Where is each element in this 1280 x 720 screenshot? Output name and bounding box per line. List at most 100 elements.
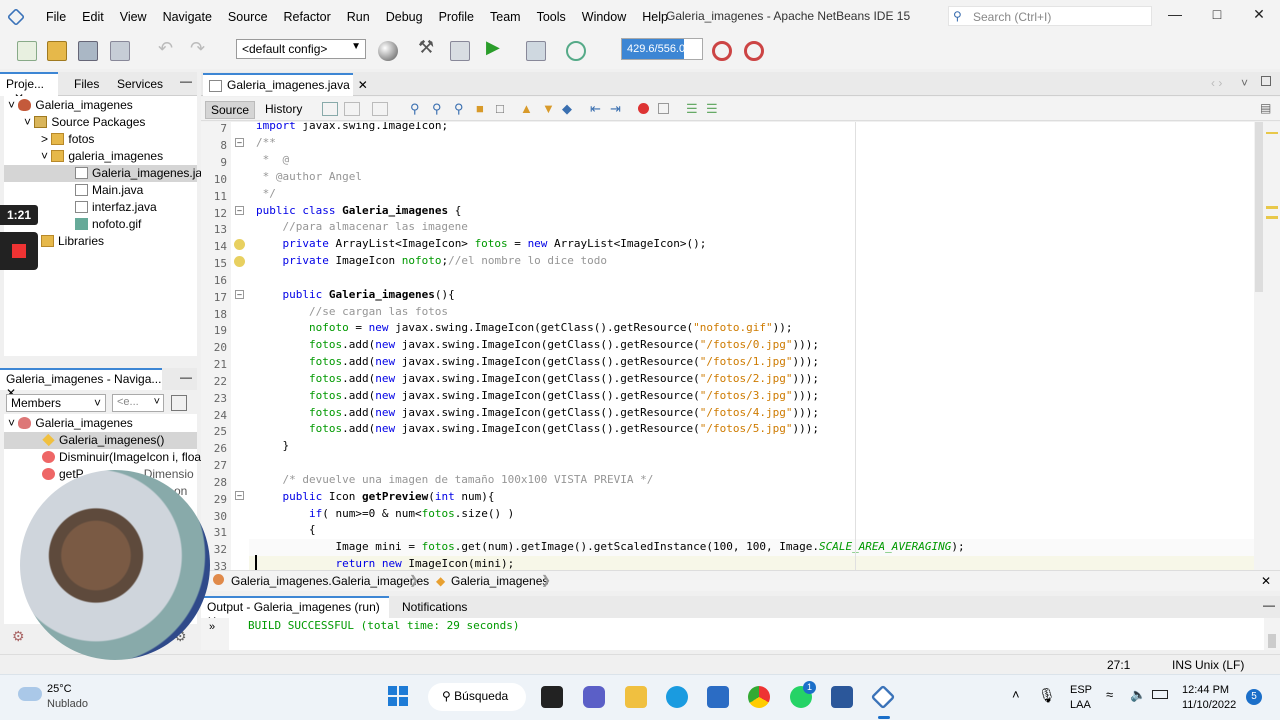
search-input[interactable]: ⚲ Search (Ctrl+I): [948, 6, 1152, 26]
fold-toggle-icon[interactable]: –: [235, 290, 244, 299]
shift-right-icon[interactable]: ⇥: [610, 101, 621, 117]
expand-chevron-icon[interactable]: ˅: [24, 115, 31, 129]
menu-run[interactable]: Run: [339, 10, 378, 24]
clean-build-icon[interactable]: [450, 41, 470, 61]
expand-chevron-icon[interactable]: ˅: [8, 416, 15, 430]
output-scrollbar[interactable]: [1264, 618, 1280, 650]
tab-galeria-java[interactable]: Galeria_imagenes.java ✕: [203, 73, 368, 96]
debug-icon[interactable]: [526, 41, 546, 61]
prev-bookmark-icon[interactable]: ▲: [520, 101, 533, 116]
wifi-icon[interactable]: ≈: [1106, 687, 1113, 702]
open-project-icon[interactable]: [78, 41, 98, 61]
menu-source[interactable]: Source: [220, 10, 276, 24]
speaker-icon[interactable]: 🔈: [1130, 687, 1146, 703]
file-explorer-icon[interactable]: [625, 686, 647, 708]
close-window-button[interactable]: ✕: [1249, 6, 1269, 23]
tab-services[interactable]: Services: [117, 77, 163, 91]
scroll-tabs-icon[interactable]: ‹ ›: [1211, 76, 1222, 90]
find-icon[interactable]: ⚲: [410, 101, 420, 117]
comment-icon[interactable]: ☰: [686, 101, 698, 117]
last-edit-icon[interactable]: [322, 102, 338, 116]
menu-navigate[interactable]: Navigate: [155, 10, 220, 24]
tree-item-main-java[interactable]: Main.java: [75, 182, 143, 199]
tab-list-icon[interactable]: ˅: [1241, 76, 1248, 90]
scroll-thumb[interactable]: [1255, 122, 1263, 292]
cloud-icon[interactable]: [18, 687, 42, 701]
menu-file[interactable]: File: [38, 10, 74, 24]
error-stripe-mark[interactable]: [1266, 216, 1278, 219]
minimize-panel-icon[interactable]: —: [180, 370, 192, 384]
tree-item-interfaz-java[interactable]: interfaz.java: [75, 199, 157, 216]
menu-tools[interactable]: Tools: [529, 10, 574, 24]
expand-chevron-icon[interactable]: ˅: [8, 98, 15, 112]
breadcrumb-item[interactable]: Galeria_imagenes.Galeria_imagenes: [231, 574, 429, 588]
weather-desc[interactable]: Nublado: [47, 698, 88, 710]
back-icon[interactable]: [344, 102, 360, 116]
save-all-icon[interactable]: [110, 41, 130, 61]
close-icon[interactable]: ✕: [358, 78, 368, 92]
fold-toggle-icon[interactable]: –: [235, 206, 244, 215]
tab-files[interactable]: Files: [74, 77, 99, 91]
new-file-icon[interactable]: [17, 41, 37, 61]
hint-bulb-icon[interactable]: [234, 256, 245, 267]
stop-recording-button[interactable]: [0, 232, 38, 270]
profile-icon[interactable]: [566, 41, 586, 61]
tree-item-galeria-package[interactable]: ˅ galeria_imagenes: [41, 148, 163, 165]
tab-notifications[interactable]: Notifications: [402, 600, 467, 614]
taskbar-search[interactable]: ⚲ Búsqueda: [428, 683, 526, 711]
minimize-button[interactable]: —: [1165, 6, 1185, 22]
fold-toggle-icon[interactable]: –: [235, 491, 244, 500]
battery-icon[interactable]: [1152, 690, 1168, 699]
memory-indicator[interactable]: 429.6/556.0MB: [621, 38, 703, 60]
build-hammer-icon[interactable]: ⚒: [418, 37, 438, 57]
rerun-icon[interactable]: »: [209, 621, 215, 633]
toggle-rect-selection-icon[interactable]: □: [496, 101, 504, 116]
bottom-tool-icon[interactable]: ⚙: [12, 628, 28, 644]
expand-chevron-icon[interactable]: ˅: [41, 149, 48, 163]
close-icon[interactable]: ✕: [1261, 574, 1271, 588]
error-stripe-mark[interactable]: [1266, 132, 1278, 134]
gc-icon[interactable]: [712, 41, 732, 61]
nav-item-class[interactable]: ˅ Galeria_imagenes: [8, 415, 133, 432]
tree-item-nofoto-gif[interactable]: nofoto.gif: [75, 216, 141, 233]
navigator-filter-select[interactable]: <e... ˅: [112, 394, 164, 412]
tab-projects[interactable]: Proje... ✕: [0, 72, 58, 105]
run-icon[interactable]: ▶: [486, 37, 506, 57]
forward-icon[interactable]: [372, 102, 388, 116]
config-select[interactable]: <default config> ▼: [236, 39, 366, 59]
source-tab[interactable]: Source: [205, 101, 256, 119]
hint-bulb-icon[interactable]: [234, 239, 245, 250]
menu-view[interactable]: View: [112, 10, 155, 24]
maximize-editor-icon[interactable]: [1261, 76, 1271, 86]
tree-item-libraries[interactable]: Libraries: [41, 233, 104, 250]
undo-icon[interactable]: ↶: [158, 38, 178, 58]
store-icon[interactable]: [707, 686, 729, 708]
teams-icon[interactable]: [583, 686, 605, 708]
chevron-up-icon[interactable]: ˄: [1012, 687, 1020, 702]
find-previous-icon[interactable]: ⚲: [432, 101, 442, 117]
fold-toggle-icon[interactable]: –: [235, 138, 244, 147]
language-code[interactable]: ESP: [1070, 684, 1092, 696]
profile-ide-icon[interactable]: [744, 41, 764, 61]
toggle-highlight-icon[interactable]: ■: [476, 101, 484, 116]
weather-temp[interactable]: 25°C: [47, 683, 72, 695]
chrome-icon[interactable]: [748, 686, 770, 708]
next-bookmark-icon[interactable]: ▼: [542, 101, 555, 116]
menu-debug[interactable]: Debug: [378, 10, 431, 24]
menu-refactor[interactable]: Refactor: [276, 10, 339, 24]
word-icon[interactable]: [831, 686, 853, 708]
split-editor-icon[interactable]: ▤: [1260, 101, 1271, 115]
maximize-button[interactable]: □: [1207, 6, 1227, 22]
code-editor[interactable]: import javax.swing.ImageIcon; /** * @ * …: [249, 122, 1254, 570]
menu-profile[interactable]: Profile: [431, 10, 482, 24]
tree-item-fotos[interactable]: ˃ fotos: [41, 131, 94, 148]
redo-icon[interactable]: ↷: [190, 38, 210, 58]
toggle-bookmark-icon[interactable]: ◆: [562, 101, 572, 117]
breadcrumb-item[interactable]: Galeria_imagenes: [451, 574, 548, 588]
editor-scrollbar[interactable]: [1254, 122, 1280, 570]
error-stripe-mark[interactable]: [1266, 206, 1278, 209]
task-view-icon[interactable]: [541, 686, 563, 708]
tab-navigator[interactable]: Galeria_imagenes - Naviga... ✕: [0, 368, 162, 400]
netbeans-taskbar-icon[interactable]: [870, 684, 896, 710]
clock-date[interactable]: 11/10/2022: [1182, 699, 1236, 711]
